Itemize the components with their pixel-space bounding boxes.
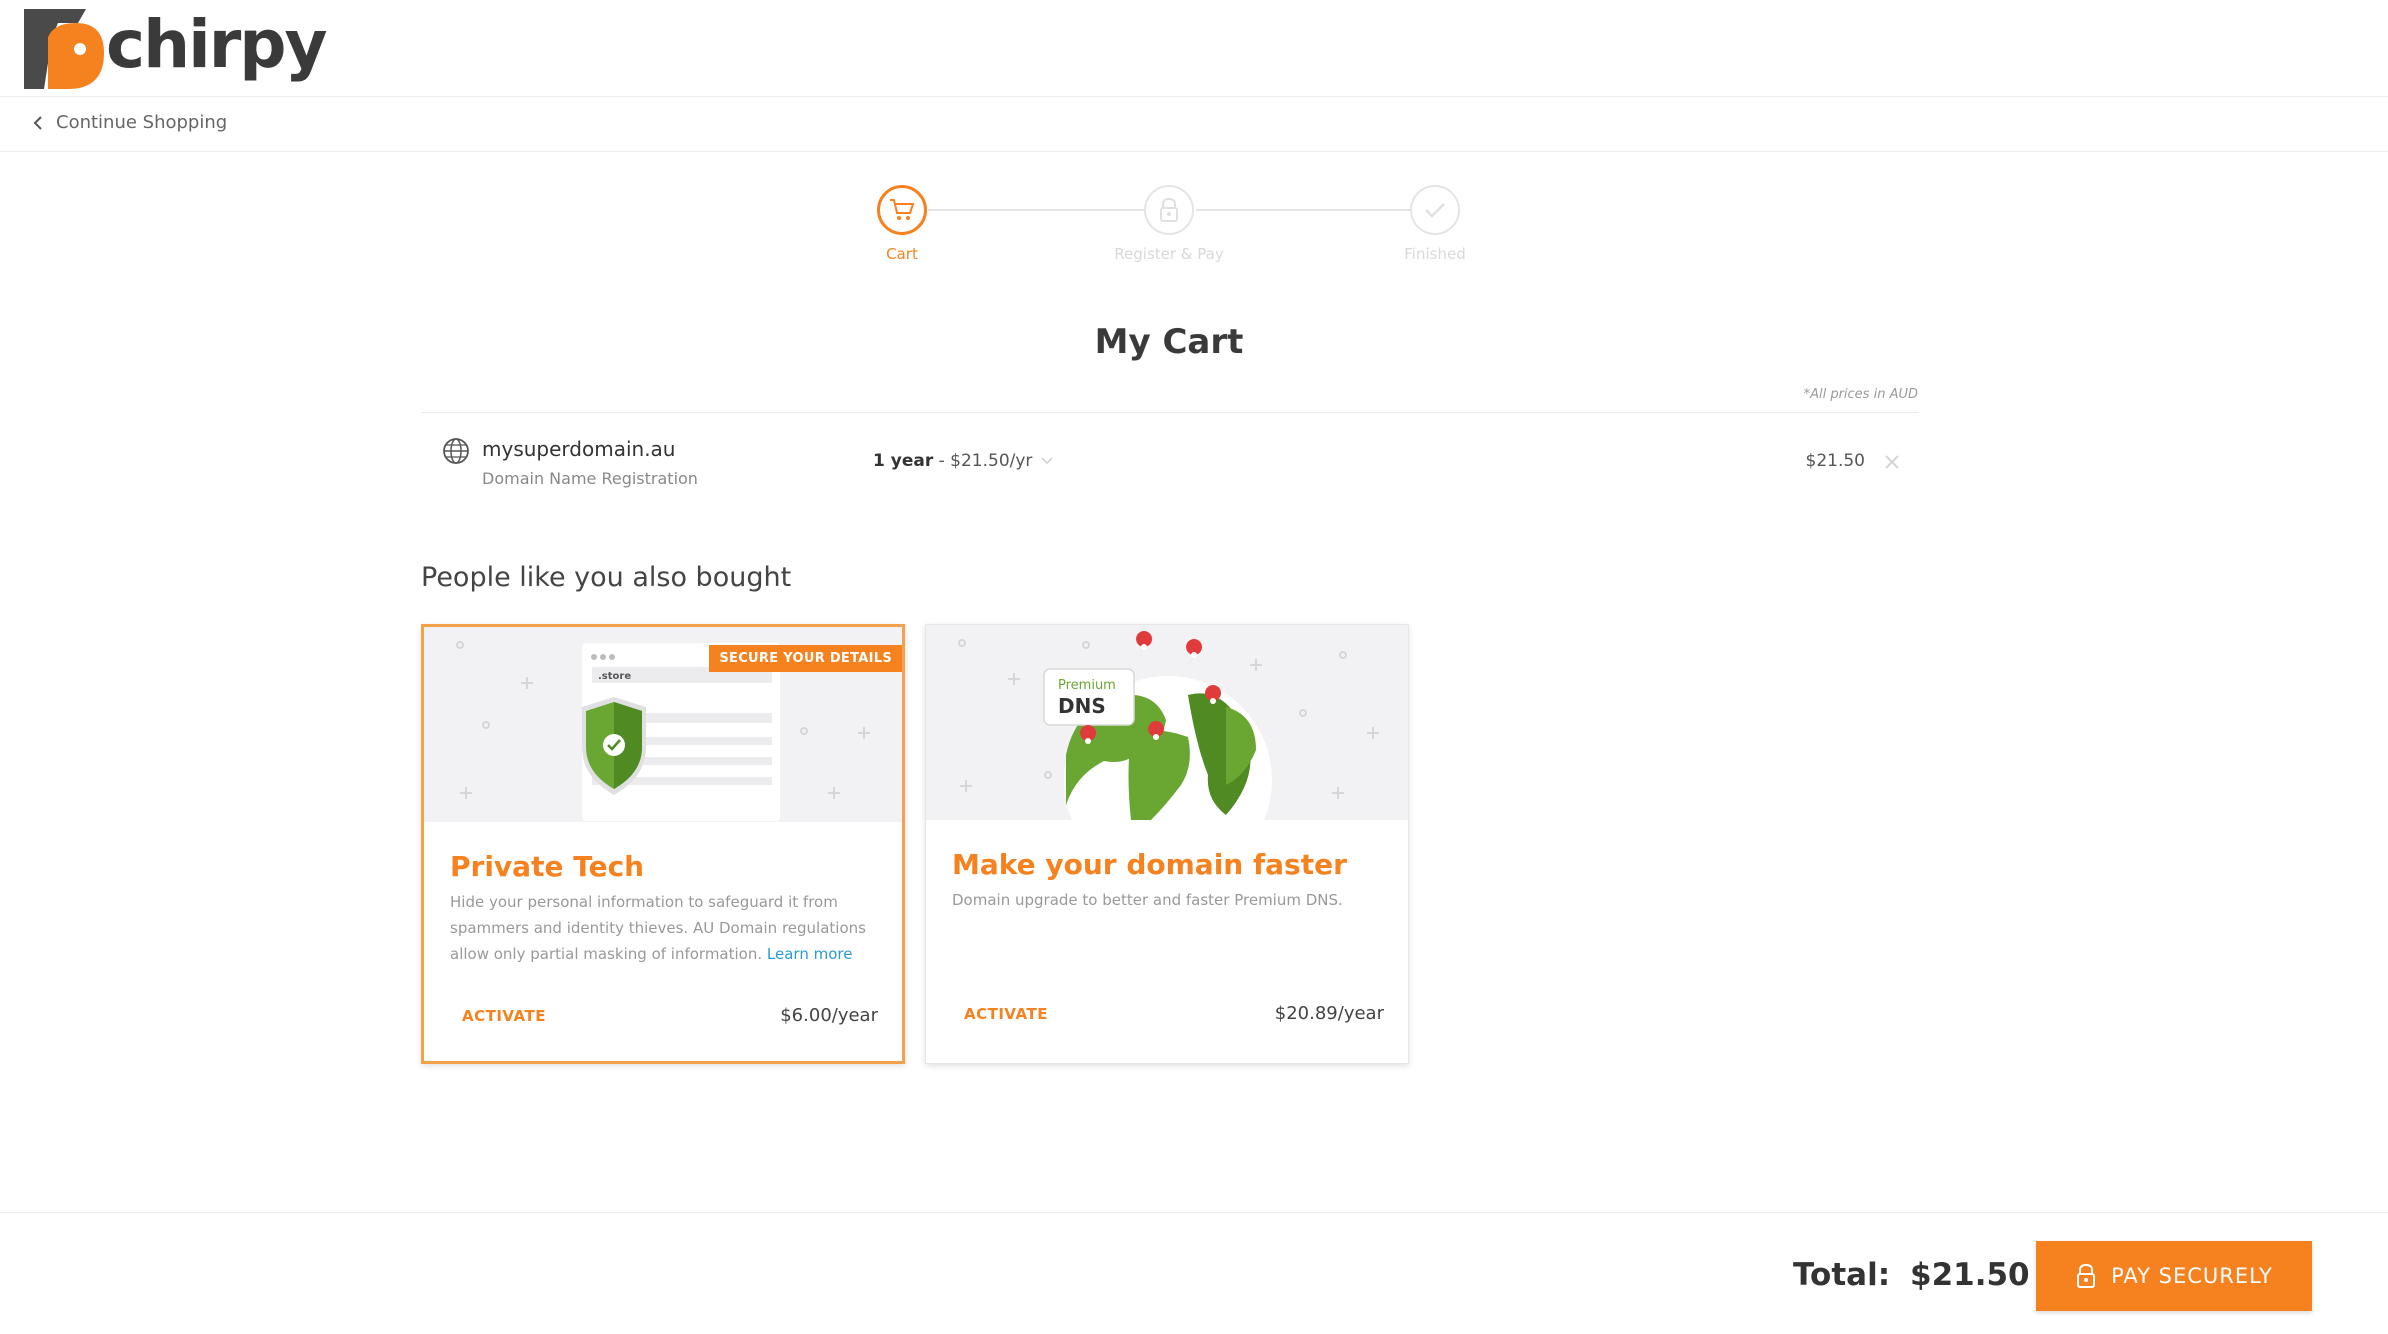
total-label: Total: [1793, 1257, 1891, 1293]
privacy-illustration: .store SECURE YOUR DETAILS [424, 627, 902, 822]
card-price: $20.89/year [1274, 1003, 1384, 1024]
cart-item-price: $21.50 [1805, 451, 1865, 471]
upsell-card-private-tech[interactable]: .store SECURE YOUR DETAILS Private Tech … [421, 624, 905, 1064]
nav-subbar: Continue Shopping [0, 97, 2388, 152]
term-select-period: 1 year [873, 451, 934, 471]
cart-item-name: mysuperdomain.au [482, 437, 676, 461]
upsell-heading: People like you also bought [421, 562, 792, 593]
upsell-card-premium-dns[interactable]: Premium DNS Make your domain faster Doma… [925, 624, 1409, 1064]
premium-small-label: Premium [1058, 678, 1116, 693]
learn-more-link[interactable]: Learn more [767, 945, 853, 963]
cart-item-subtitle: Domain Name Registration [482, 469, 698, 488]
check-icon [1410, 185, 1460, 235]
activate-button[interactable]: ACTIVATE [964, 1005, 1048, 1023]
remove-item-icon[interactable] [1881, 451, 1903, 473]
card-description: Domain upgrade to better and faster Prem… [952, 891, 1343, 909]
chirpy-logo[interactable]: chirpy [24, 6, 328, 90]
logo-wordmark: chirpy [106, 6, 328, 83]
chevron-left-icon [33, 115, 42, 130]
step-finished-label: Finished [1404, 245, 1466, 263]
chevron-down-icon [1041, 457, 1053, 465]
step-cart: Cart [812, 185, 992, 263]
card-price: $6.00/year [780, 1005, 878, 1026]
continue-shopping-link[interactable]: Continue Shopping [32, 112, 227, 133]
total-value: $21.50 [1910, 1257, 2030, 1293]
page-title: My Cart [1094, 322, 1244, 362]
continue-shopping-label: Continue Shopping [56, 112, 228, 133]
dns-illustration: Premium DNS [926, 625, 1408, 820]
cart-item-row: mysuperdomain.au Domain Name Registratio… [421, 412, 1919, 500]
globe-dns-illustration: Premium DNS [958, 631, 1379, 820]
secure-details-badge: SECURE YOUR DETAILS [709, 645, 902, 672]
card-title: Make your domain faster [952, 848, 1347, 881]
store-label: .store [598, 671, 631, 682]
checkout-footer: Total: $21.50 PAY SECURELY [0, 1212, 2388, 1334]
term-select[interactable]: 1 year - $21.50/yr [873, 451, 1054, 471]
activate-button[interactable]: ACTIVATE [462, 1007, 546, 1025]
step-cart-label: Cart [886, 245, 918, 263]
pay-securely-button[interactable]: PAY SECURELY [2036, 1241, 2312, 1311]
term-select-price: - $21.50/yr [938, 451, 1033, 471]
globe-icon [443, 438, 469, 464]
step-register-pay-label: Register & Pay [1114, 245, 1224, 263]
price-currency-note: *All prices in AUD [1803, 387, 1918, 402]
step-finished: Finished [1345, 185, 1525, 263]
cart-icon [877, 185, 927, 235]
step-register-pay: Register & Pay [1079, 185, 1259, 263]
chirpy-logo-mark [24, 9, 104, 89]
lock-icon [1144, 185, 1194, 235]
site-header: chirpy [0, 0, 2388, 97]
pay-securely-label: PAY SECURELY [2111, 1264, 2273, 1288]
card-title: Private Tech [450, 850, 645, 883]
checkout-stepper: Cart Register & Pay Finished [0, 185, 2388, 265]
dns-label: DNS [1058, 694, 1106, 718]
lock-icon [2077, 1263, 2096, 1288]
card-description: Hide your personal information to safegu… [450, 889, 880, 967]
